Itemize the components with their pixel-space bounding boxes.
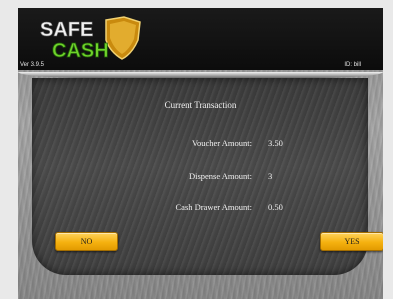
voucher-amount-label: Voucher Amount:: [191, 138, 252, 148]
transaction-title: Current Transaction: [164, 100, 237, 110]
yes-button[interactable]: YES: [320, 232, 383, 251]
dispense-amount-label: Dispense Amount:: [188, 171, 252, 181]
header-bar: SAFE CASH Ver 3.9.5 ID: bill: [18, 8, 383, 70]
version-label: Ver 3.9.5: [20, 62, 45, 68]
cash-drawer-amount-label: Cash Drawer Amount:: [175, 202, 253, 212]
logo-cash-text: CASH: [52, 40, 109, 62]
user-id-label: ID: bill: [344, 62, 361, 68]
cash-drawer-amount-value: 0.50: [268, 202, 283, 212]
no-button[interactable]: NO: [55, 232, 118, 251]
dispense-amount-value: 3: [268, 171, 273, 181]
logo-safe-text: SAFE: [40, 19, 93, 41]
safe-cash-logo: SAFE CASH: [40, 16, 141, 62]
kiosk-screen: SAFE CASH Ver 3.9.5 ID: bill Current Tra…: [18, 8, 383, 299]
voucher-amount-value: 3.50: [268, 138, 283, 148]
